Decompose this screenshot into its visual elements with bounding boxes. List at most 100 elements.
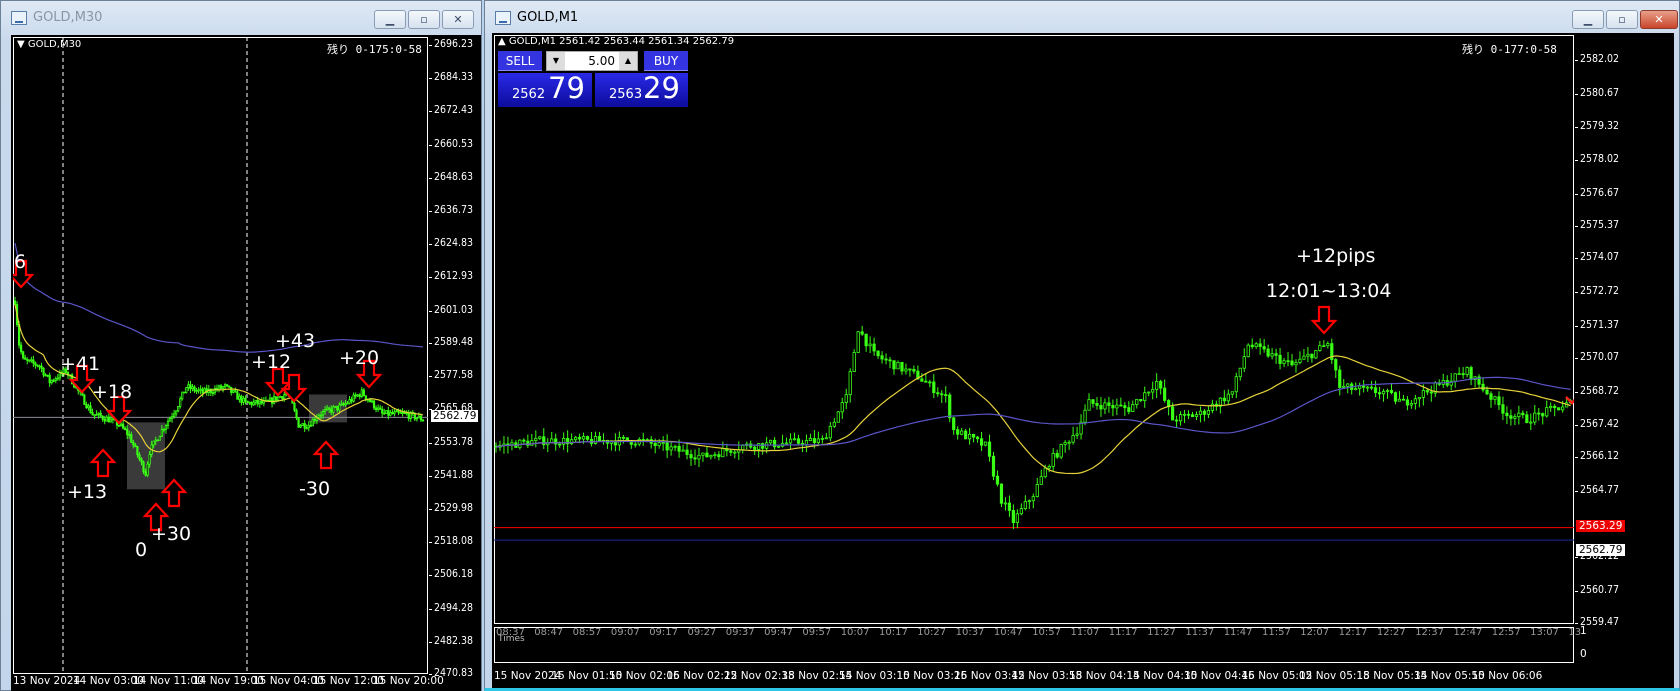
candle xyxy=(641,438,645,441)
maximize-button[interactable]: ▫ xyxy=(408,10,440,29)
close-button[interactable]: ✕ xyxy=(442,10,474,29)
maximize-button[interactable]: ▫ xyxy=(1606,10,1638,29)
candle xyxy=(277,396,280,401)
indicator-time-label: 11:27 xyxy=(1147,627,1176,638)
candle xyxy=(1401,398,1406,401)
candle xyxy=(258,400,261,405)
candle xyxy=(792,438,797,441)
candle xyxy=(142,461,145,473)
candle xyxy=(240,395,243,403)
candle xyxy=(832,421,836,427)
candle xyxy=(111,418,115,421)
candle xyxy=(1354,388,1358,391)
candle xyxy=(1210,403,1215,411)
candle xyxy=(268,397,272,402)
candle xyxy=(1075,433,1079,436)
candle xyxy=(401,412,404,414)
time-axis-label: 15 Nov 06:06 xyxy=(1471,670,1543,682)
candle xyxy=(48,375,51,384)
candle xyxy=(987,441,992,457)
candle xyxy=(185,387,188,393)
candle xyxy=(199,388,202,391)
candle xyxy=(30,359,33,362)
candle xyxy=(848,371,852,396)
candle xyxy=(52,379,55,382)
candle xyxy=(32,359,35,364)
indicator-time-label: 13:07 xyxy=(1530,627,1559,638)
candle xyxy=(44,374,47,377)
candle xyxy=(83,394,86,405)
arrow-down-icon xyxy=(1310,305,1338,335)
candle xyxy=(177,406,180,412)
candle xyxy=(824,437,828,440)
candle xyxy=(1202,410,1207,415)
bid-price-badge: 2562.79 xyxy=(1576,544,1626,557)
candle xyxy=(217,385,221,390)
candle xyxy=(1485,389,1489,395)
candle xyxy=(757,443,761,450)
candle xyxy=(530,440,534,446)
candle xyxy=(305,427,308,430)
price-axis-label: 2648.63 xyxy=(428,170,474,183)
indicator-time-label: 10:27 xyxy=(917,627,947,638)
price-axis-label: 2578.02 xyxy=(1574,152,1620,165)
candle xyxy=(971,433,976,438)
candle xyxy=(900,361,904,372)
candle xyxy=(103,418,106,422)
candle xyxy=(256,399,259,405)
candle xyxy=(295,409,298,419)
trade-annotation: +20 xyxy=(339,347,380,369)
candle xyxy=(56,377,59,380)
chart-window-gold-m1: GOLD,M1 ▁ ▫ ✕ SELL ▼ 5.00 ▲ BUY 2562 79 … xyxy=(484,0,1680,691)
close-button[interactable]: ✕ xyxy=(1640,10,1678,29)
candle xyxy=(1505,412,1509,417)
candle xyxy=(1481,383,1485,391)
candle xyxy=(136,446,139,456)
price-axis-label: 2494.28 xyxy=(428,601,474,614)
candle xyxy=(1035,484,1039,498)
candle xyxy=(597,436,602,442)
price-chart-m30[interactable]: 2696.23 2684.33 2672.43 2660.53 2648.63 2636.… xyxy=(11,35,481,691)
candle xyxy=(211,392,214,394)
minimize-button[interactable]: ▁ xyxy=(374,10,406,29)
title-bar[interactable]: GOLD,M1 ▁ ▫ ✕ xyxy=(485,1,1679,35)
indicator-time-label: 12:47 xyxy=(1453,627,1483,638)
highlight-box xyxy=(127,422,165,490)
candle xyxy=(158,435,161,441)
price-axis-label: 2566.12 xyxy=(1574,449,1620,462)
candle xyxy=(370,400,374,403)
candle xyxy=(1059,444,1063,458)
chart-symbol-label: ▲ GOLD,M1 2561.42 2563.44 2561.34 2562.7… xyxy=(498,36,735,47)
candle xyxy=(776,445,781,448)
candle xyxy=(1039,476,1043,485)
candle xyxy=(242,397,245,403)
candle xyxy=(252,401,255,406)
candle xyxy=(769,439,773,444)
minimize-button[interactable]: ▁ xyxy=(1572,10,1604,29)
indicator-time-label: 11:07 xyxy=(1070,627,1100,638)
candle xyxy=(119,423,123,426)
candle xyxy=(1533,412,1537,423)
candle xyxy=(1143,392,1147,401)
candle xyxy=(705,452,709,458)
candle xyxy=(221,386,225,389)
candle xyxy=(170,416,174,419)
candle xyxy=(1429,391,1433,394)
candle xyxy=(26,358,29,361)
candle xyxy=(928,381,932,384)
candle xyxy=(1031,496,1035,502)
candle xyxy=(852,352,856,373)
indicator-time-label: 12:07 xyxy=(1300,627,1330,638)
candle xyxy=(1465,367,1469,375)
price-chart-m1[interactable]: SELL ▼ 5.00 ▲ BUY 2562 79 2563 29 2582.0… xyxy=(492,33,1674,688)
candle xyxy=(1302,355,1306,360)
title-bar[interactable]: GOLD,M30 ▁ ▫ ✕ xyxy=(1,1,481,35)
candle xyxy=(421,419,425,422)
candle xyxy=(234,390,237,393)
candle xyxy=(319,414,323,417)
trade-annotation: 0 xyxy=(135,539,148,561)
price-axis-label: 2553.78 xyxy=(428,435,474,448)
price-axis-label: 2564.77 xyxy=(1574,483,1620,496)
candle xyxy=(22,351,25,359)
candle xyxy=(840,402,844,413)
